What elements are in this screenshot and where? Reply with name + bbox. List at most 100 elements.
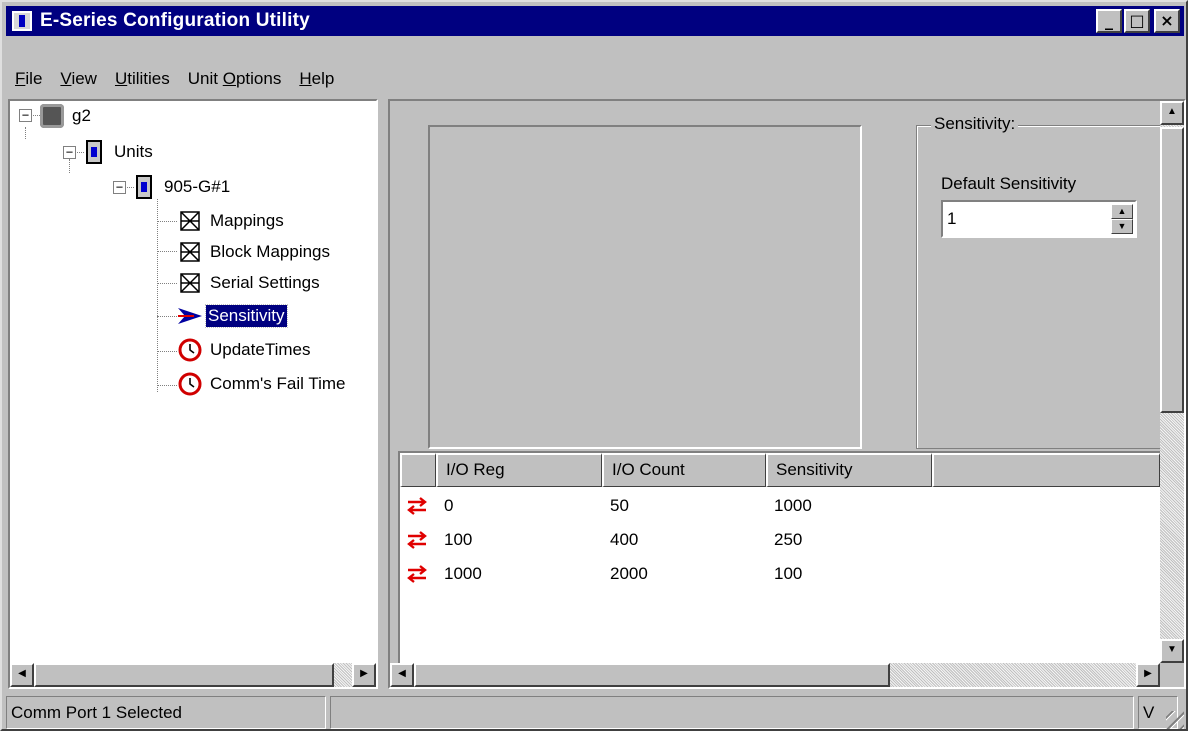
table-body: 0 50 1000 100 400 250 1000 2000 100 (400, 489, 1160, 591)
table-row[interactable]: 100 400 250 (400, 523, 1160, 557)
tree-node-block-mappings[interactable]: Block Mappings (178, 238, 332, 266)
cell-io-reg: 0 (444, 496, 454, 515)
content-pane: Sensitivity: Default Sensitivity 1 ▲ ▼ I… (388, 99, 1186, 689)
units-icon (86, 140, 102, 164)
tree-connector (157, 316, 177, 317)
menu-file[interactable]: File (6, 66, 51, 92)
mapping-icon (178, 209, 202, 233)
tree-node-sensitivity[interactable]: Sensitivity (176, 302, 288, 330)
tree-connector (25, 127, 26, 139)
spinner-value[interactable]: 1 (947, 209, 956, 229)
cell-io-count: 2000 (610, 564, 648, 583)
collapse-toggle[interactable]: − (113, 181, 126, 194)
swap-arrows-icon (400, 564, 434, 584)
cell-io-reg: 1000 (444, 564, 482, 583)
sensitivity-group: Sensitivity: Default Sensitivity 1 ▲ ▼ (916, 114, 1170, 449)
preview-panel (428, 125, 862, 449)
minimize-button[interactable]: _ (1096, 9, 1122, 33)
status-bar: Comm Port 1 Selected V (6, 696, 1184, 729)
network-icon (40, 104, 64, 128)
tree-label-root: g2 (72, 106, 91, 125)
swap-arrows-icon (400, 530, 434, 550)
tree-label: Mappings (210, 211, 284, 230)
cell-io-reg: 100 (444, 530, 473, 549)
tree-label-selected: Sensitivity (205, 304, 288, 328)
clock-icon (178, 338, 202, 362)
tree-node-units[interactable]: Units (82, 138, 155, 166)
tree-node-mappings[interactable]: Mappings (178, 207, 286, 235)
app-icon[interactable] (12, 11, 32, 31)
column-header-io-count[interactable]: I/O Count (602, 453, 766, 487)
tree-label: Serial Settings (210, 273, 320, 292)
menu-bar: File View Utilities Unit Options Help (6, 64, 1184, 94)
content-horizontal-scrollbar[interactable]: ◀ ▶ (390, 663, 1160, 687)
collapse-toggle[interactable]: − (63, 146, 76, 159)
group-title: Sensitivity: (931, 114, 1019, 134)
scroll-left-arrow-icon[interactable]: ◀ (390, 663, 414, 687)
title-bar[interactable]: E-Series Configuration Utility _ □ × (6, 6, 1184, 36)
tree-node-update-times[interactable]: UpdateTimes (178, 336, 312, 364)
spin-down-icon[interactable]: ▼ (1111, 219, 1133, 234)
tree-connector (157, 221, 177, 222)
tree-label: UpdateTimes (210, 340, 311, 359)
clock-icon (178, 372, 202, 396)
column-header-io-reg[interactable]: I/O Reg (436, 453, 602, 487)
resize-grip-icon[interactable] (1166, 711, 1184, 729)
status-middle-panel (330, 696, 1134, 729)
table-row[interactable]: 0 50 1000 (400, 489, 1160, 523)
table-header: I/O Reg I/O Count Sensitivity (400, 453, 1160, 487)
column-header-sensitivity[interactable]: Sensitivity (766, 453, 932, 487)
cell-sensitivity: 1000 (774, 496, 812, 515)
tree-label-unit: 905-G#1 (164, 177, 231, 196)
tree-horizontal-scrollbar[interactable]: ◀ ▶ (10, 663, 376, 687)
column-header-blank (932, 453, 1160, 487)
tree-node-root[interactable]: g2 (40, 102, 93, 130)
spinner-buttons: ▲ ▼ (1111, 204, 1133, 234)
scroll-up-arrow-icon[interactable]: ▲ (1160, 101, 1184, 125)
menu-utilities[interactable]: Utilities (106, 66, 179, 92)
table-row[interactable]: 1000 2000 100 (400, 557, 1160, 591)
cell-sensitivity: 100 (774, 564, 803, 583)
unit-icon (136, 175, 152, 199)
sensitivity-table[interactable]: I/O Reg I/O Count Sensitivity 0 50 1000 (398, 451, 1160, 669)
tree-connector (157, 385, 177, 386)
app-window: E-Series Configuration Utility _ □ × Fil… (0, 0, 1188, 731)
scroll-thumb[interactable] (414, 663, 890, 687)
arrow-icon (176, 304, 202, 328)
menu-view[interactable]: View (51, 66, 106, 92)
tree-view[interactable]: − g2 − Units − 905-G#1 Mappings Block Ma… (8, 99, 378, 689)
tree-connector (69, 159, 70, 173)
window-controls: _ □ × (1096, 9, 1180, 33)
scroll-right-arrow-icon[interactable]: ▶ (1136, 663, 1160, 687)
scroll-left-arrow-icon[interactable]: ◀ (10, 663, 34, 687)
scroll-right-arrow-icon[interactable]: ▶ (352, 663, 376, 687)
tree-connector (157, 283, 177, 284)
default-sensitivity-label: Default Sensitivity (941, 174, 1077, 193)
tree-label: Comm's Fail Time (210, 374, 346, 393)
window-title: E-Series Configuration Utility (40, 10, 310, 31)
mapping-icon (178, 271, 202, 295)
scroll-thumb[interactable] (34, 663, 334, 687)
collapse-toggle[interactable]: − (19, 109, 32, 122)
menu-unit-options[interactable]: Unit Options (179, 66, 291, 92)
cell-io-count: 400 (610, 530, 639, 549)
close-button[interactable]: × (1154, 9, 1180, 33)
tree-connector (157, 251, 177, 252)
scroll-down-arrow-icon[interactable]: ▼ (1160, 639, 1184, 663)
scroll-thumb[interactable] (1160, 127, 1184, 413)
menu-help[interactable]: Help (290, 66, 343, 92)
tree-connector (157, 199, 158, 392)
cell-io-count: 50 (610, 496, 629, 515)
tree-node-serial-settings[interactable]: Serial Settings (178, 269, 322, 297)
swap-arrows-icon (400, 496, 434, 516)
tree-node-unit[interactable]: 905-G#1 (132, 173, 232, 201)
status-message: Comm Port 1 Selected (6, 696, 326, 729)
spin-up-icon[interactable]: ▲ (1111, 204, 1133, 219)
content-vertical-scrollbar[interactable]: ▲ ▼ (1160, 101, 1184, 663)
tree-label: Block Mappings (210, 242, 331, 261)
default-sensitivity-spinner[interactable]: 1 ▲ ▼ (941, 200, 1137, 238)
maximize-button[interactable]: □ (1124, 9, 1150, 33)
tree-node-comm-fail-time[interactable]: Comm's Fail Time (178, 370, 347, 398)
header-corner (400, 453, 436, 487)
cell-sensitivity: 250 (774, 530, 803, 549)
